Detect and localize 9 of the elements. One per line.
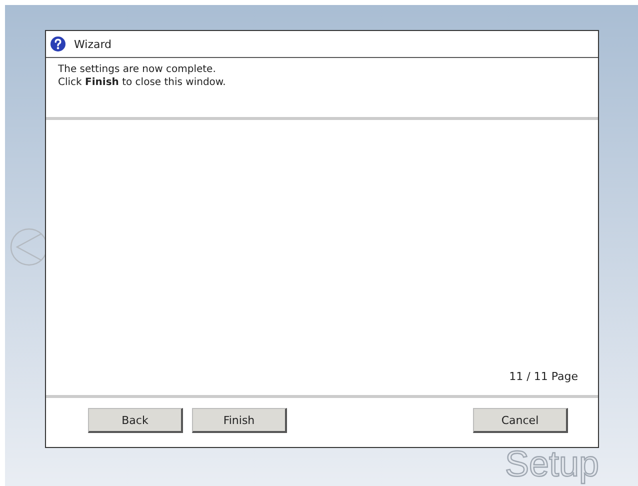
message-text: The settings are now complete. [58, 63, 217, 76]
wizard-button[interactable]: Finish [192, 408, 287, 433]
window-title: Wizard [74, 38, 112, 50]
message-text: Click Finish to close this window. [58, 76, 227, 89]
setup-watermark-text: Setup [505, 446, 600, 482]
page-indicator: 11 / 11 Page [509, 370, 578, 383]
cancel-button[interactable]: Cancel [473, 408, 568, 433]
wizard-button[interactable]: Back [88, 408, 183, 433]
help-icon [50, 36, 66, 52]
